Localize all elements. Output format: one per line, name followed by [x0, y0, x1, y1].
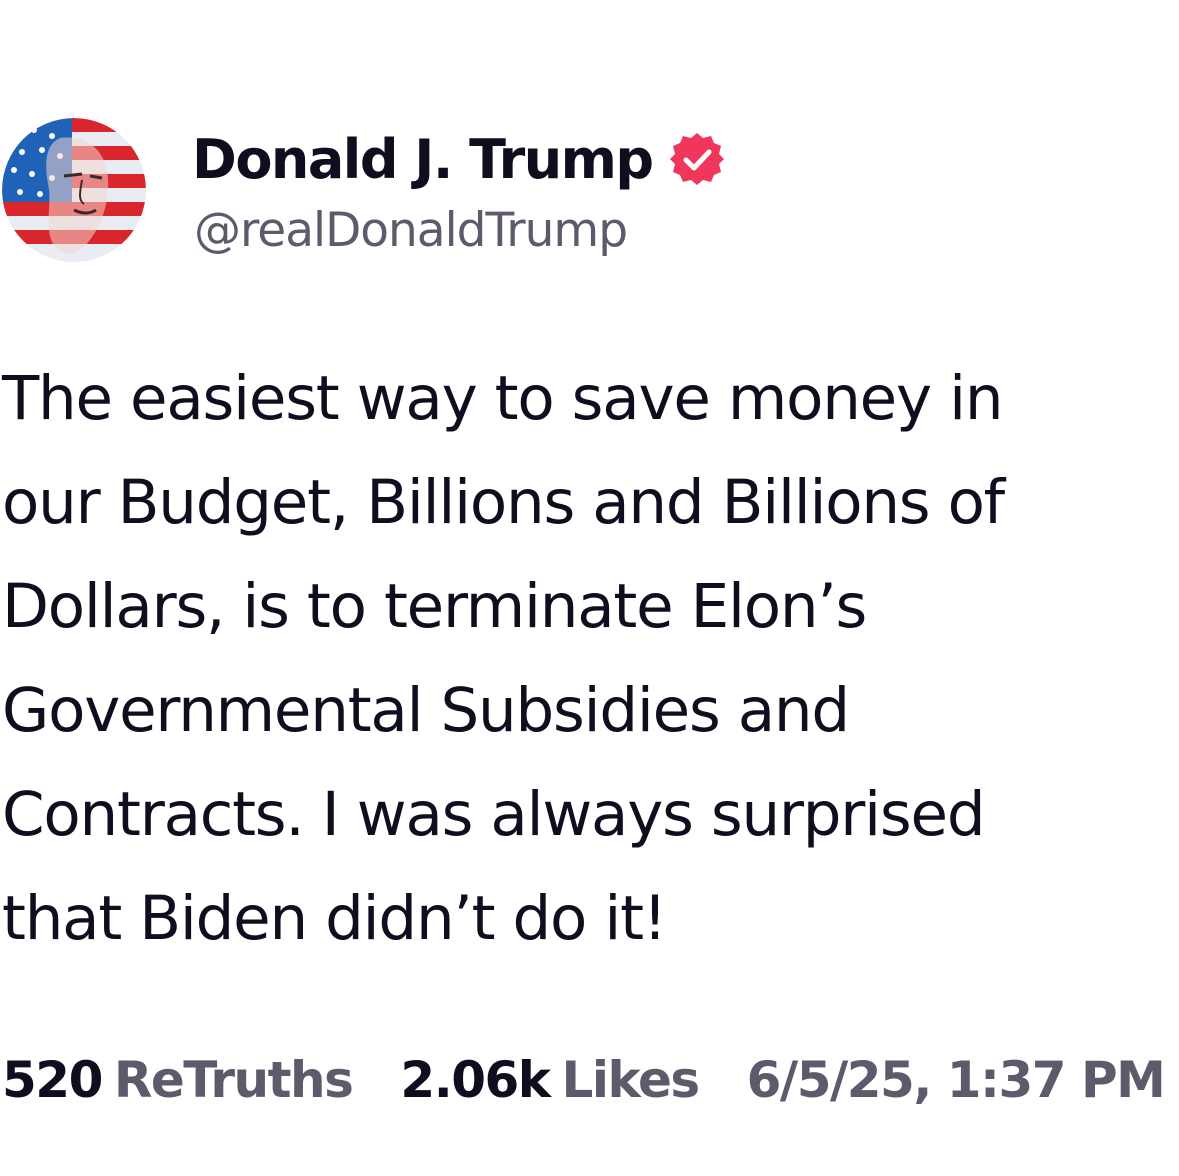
truth-post: Donald J. Trump @realDonaldTrump The eas… [0, 0, 1179, 1176]
author-display-name[interactable]: Donald J. Trump [192, 128, 654, 191]
author-avatar[interactable] [2, 118, 146, 262]
retruths-count: 520 [2, 1051, 103, 1109]
post-timestamp[interactable]: 6/5/25, 1:37 PM [747, 1051, 1166, 1109]
post-body-line: our Budget, Billions and Billions of [2, 467, 1005, 538]
post-body-line: Dollars, is to terminate Elon’s [2, 571, 867, 642]
author-handle[interactable]: @realDonaldTrump [194, 203, 628, 258]
author-name-row: Donald J. Trump [192, 124, 725, 194]
retruths-label: ReTruths [113, 1051, 354, 1109]
post-body-line: The easiest way to save money in [2, 363, 1004, 434]
verified-badge-icon [669, 131, 725, 187]
post-body-line: Contracts. I was always surprised [2, 779, 986, 850]
likes-label: Likes [561, 1051, 701, 1109]
post-body-line: Governmental Subsidies and [2, 675, 850, 746]
post-stats: 520 ReTruths 2.06k Likes 6/5/25, 1:37 PM [2, 1040, 1179, 1120]
retruths-stat[interactable]: 520 ReTruths [2, 1051, 354, 1109]
flag-portrait-icon [2, 118, 146, 262]
likes-stat[interactable]: 2.06k Likes [400, 1051, 701, 1109]
post-body-line: that Biden didn’t do it! [2, 883, 667, 954]
post-body: The easiest way to save money in our Bud… [2, 347, 1177, 971]
likes-count: 2.06k [400, 1051, 551, 1109]
